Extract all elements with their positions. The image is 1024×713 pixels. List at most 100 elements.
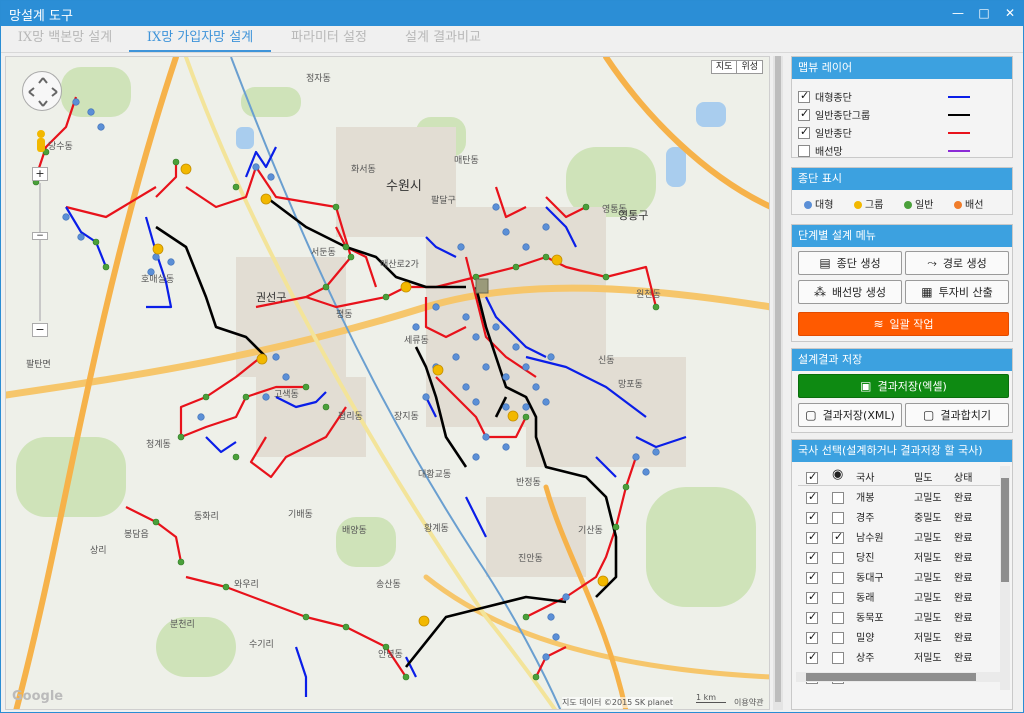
large-terminal [492,203,500,211]
park-area [646,487,756,607]
layer-checkbox[interactable] [798,144,810,157]
map-label: 호매실동 [141,275,175,285]
layer-checkbox[interactable] [798,89,810,103]
zoom-in-button[interactable]: + [32,167,48,181]
office-select-checkbox[interactable] [806,490,818,504]
office-visible-checkbox[interactable] [832,572,844,584]
large-terminal [502,443,510,451]
map-type-map-button[interactable]: 지도 [712,61,738,73]
large-terminal [167,258,175,266]
office-select-checkbox[interactable] [806,590,818,604]
office-select-checkbox[interactable] [806,570,818,584]
map-label: 당수동 [48,142,73,152]
group-terminal [400,281,412,293]
office-visible-checkbox[interactable] [832,552,844,564]
batch-run-button[interactable]: ≋ 일괄 작업 [798,312,1009,336]
group-terminal [597,575,609,587]
group-terminal [507,410,519,422]
map-terms-link[interactable]: 이용약관 [734,697,763,708]
scroll-thumb[interactable] [775,56,781,702]
create-wiring-button[interactable]: ⁂ 배선망 생성 [798,280,902,304]
office-row[interactable]: 동묵포 고밀도 완료 [798,606,1002,626]
office-visible-checkbox[interactable] [832,652,844,664]
map-type-toggle: 지도 위성 [710,60,763,74]
urban-block [526,357,686,467]
zoom-out-button[interactable]: − [32,323,48,337]
office-visible-checkbox[interactable] [832,592,844,604]
save-xml-button[interactable]: ▢ 결과저장(XML) [798,403,902,427]
large-terminal [522,363,530,371]
tab-parameter-settings[interactable]: 파라미터 설정 [273,26,385,52]
office-row[interactable]: 개봉 고밀도 완료 [798,486,1002,506]
tab-subscriber-design[interactable]: IX망 가입자망 설계 [129,26,271,52]
office-row[interactable]: 밀양 저밀도 완료 [798,626,1002,646]
terminal-legend-section: 종단 표시 대형 그룹 일반 배선 [791,167,1013,215]
map-label: 고색동 [274,390,299,400]
merge-results-button[interactable]: ▢ 결과합치기 [905,403,1009,427]
general-terminal [612,523,620,531]
layer-row-large[interactable]: 대형종단 [798,89,998,105]
office-select-checkbox[interactable] [806,510,818,524]
pan-control[interactable] [22,71,62,111]
minimize-button[interactable]: — [947,4,969,22]
large-terminal [252,163,260,171]
map-label: 상리 [90,546,107,556]
maximize-button[interactable]: □ [973,4,995,22]
office-name: 남수원 [856,533,884,544]
network-icon: ⁂ [813,285,826,299]
layer-row-wiring[interactable]: 배선망 [798,143,998,159]
map-view[interactable]: 정자동 화서동 수원시 팔달구 매탄동 서둔동 평동 고색동 평리동 장지동 대… [5,56,770,710]
large-terminal [632,453,640,461]
office-row[interactable]: 당진 저밀도 완료 [798,546,1002,566]
office-row[interactable]: 동대구 고밀도 완료 [798,566,1002,586]
tab-backbone-design[interactable]: IX망 백본망 설계 [3,26,127,52]
create-route-button[interactable]: ⤳ 경로 생성 [905,251,1009,275]
general-terminal [347,253,355,261]
zoom-control: + − − [32,167,48,337]
office-row[interactable]: 경주 중밀도 완료 [798,506,1002,526]
street-view-pegman-icon[interactable] [34,129,48,155]
office-select-checkbox[interactable] [806,650,818,664]
save-excel-button[interactable]: ▣ 결과저장(엑셀) [798,374,1009,398]
office-select-checkbox[interactable] [806,610,818,624]
general-terminal [402,673,410,681]
close-button[interactable]: ✕ [999,4,1021,22]
office-visible-checkbox[interactable] [832,530,844,544]
create-terminal-button[interactable]: ▤ 종단 생성 [798,251,902,275]
general-terminal [322,403,330,411]
select-all-checkbox[interactable] [806,470,818,484]
office-select-checkbox[interactable] [806,530,818,544]
general-terminal [342,243,350,251]
tab-result-compare[interactable]: 설계 결과비교 [387,26,499,52]
map-type-satellite-button[interactable]: 위성 [737,61,762,73]
office-visible-checkbox[interactable] [832,492,844,504]
office-row[interactable]: 동래 고밀도 완료 [798,586,1002,606]
general-terminal [602,273,610,281]
scroll-thumb[interactable] [806,673,976,681]
office-table-vscroll[interactable] [1000,466,1010,690]
office-select-checkbox[interactable] [806,630,818,644]
water-area [666,147,686,187]
save-section: 설계결과 저장 ▣ 결과저장(엑셀) ▢ 결과저장(XML) ▢ 결과합치기 [791,348,1013,433]
general-terminal [202,393,210,401]
layer-row-group[interactable]: 일반종단그룹 [798,107,998,123]
layer-checkbox[interactable] [798,107,810,121]
scroll-thumb[interactable] [1001,478,1009,582]
map-scrollbar[interactable] [773,56,783,710]
office-row[interactable]: 상주 저밀도 완료 [798,646,1002,666]
office-table-hscroll[interactable] [796,672,1000,682]
zoom-slider-thumb[interactable]: − [32,232,48,241]
layers-icon: ≋ [873,317,884,331]
layer-color-swatch [948,150,970,152]
office-visible-checkbox[interactable] [832,632,844,644]
office-row[interactable]: 남수원 고밀도 완료 [798,526,1002,546]
large-terminal [547,353,555,361]
general-terminal [342,623,350,631]
office-visible-checkbox[interactable] [832,612,844,624]
layer-row-general[interactable]: 일반종단 [798,125,998,141]
office-status: 완료 [954,533,973,544]
calculate-cost-button[interactable]: ▦ 투자비 산출 [905,280,1009,304]
office-select-checkbox[interactable] [806,550,818,564]
office-visible-checkbox[interactable] [832,512,844,524]
layer-checkbox[interactable] [798,125,810,139]
